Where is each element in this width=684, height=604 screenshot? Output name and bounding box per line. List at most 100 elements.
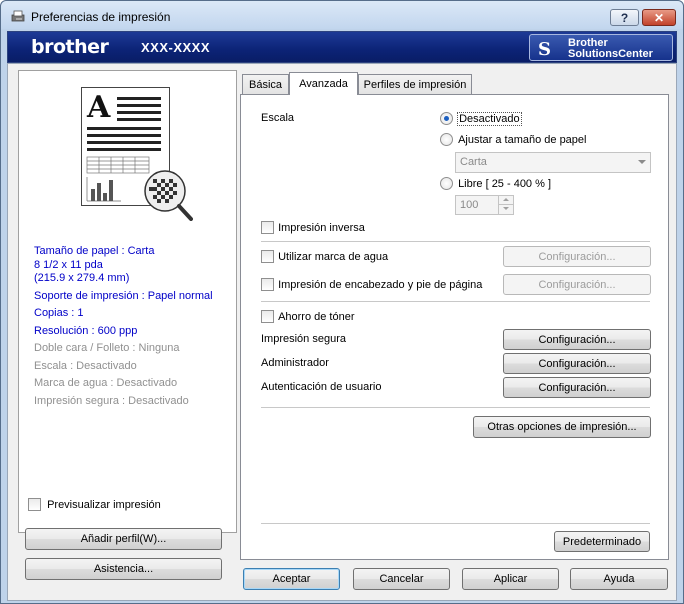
- reverse-print-row[interactable]: Impresión inversa: [261, 221, 365, 234]
- free-scale-spinner[interactable]: 100: [455, 195, 514, 215]
- scale-off-radio[interactable]: [440, 112, 453, 125]
- user-auth-config-label: Configuración...: [538, 381, 616, 394]
- page-preview-image: A: [81, 87, 193, 221]
- title-bar[interactable]: Preferencias de impresión ? ✕: [1, 1, 683, 29]
- watermark-config-label: Configuración...: [538, 250, 616, 263]
- other-print-options-label: Otras opciones de impresión...: [487, 421, 637, 433]
- secure-print-label: Impresión segura: [261, 333, 346, 345]
- summary-paper-dims-mm: (215.9 x 279.4 mm): [34, 272, 130, 284]
- separator: [261, 407, 650, 408]
- summary-scale: Escala : Desactivado: [34, 359, 137, 372]
- summary-copies: Copias : 1: [34, 307, 84, 319]
- fit-paper-radio[interactable]: [440, 133, 453, 146]
- paper-size-combo[interactable]: Carta: [455, 152, 651, 173]
- brother-logo: brother: [31, 36, 109, 58]
- spin-down-icon[interactable]: [498, 205, 513, 214]
- tab-basic-label: Básica: [248, 78, 283, 91]
- brother-solutions-center-button[interactable]: S Brother SolutionsCenter: [529, 34, 673, 61]
- header-footer-config-button[interactable]: Configuración...: [503, 274, 651, 295]
- secure-print-config-button[interactable]: Configuración...: [503, 329, 651, 350]
- summary-resolution: Resolución : 600 ppp: [34, 324, 138, 337]
- admin-label: Administrador: [261, 357, 329, 369]
- close-window-button[interactable]: ✕: [642, 9, 676, 26]
- tab-print-profiles[interactable]: Perfiles de impresión: [358, 74, 472, 94]
- solutions-line-2: SolutionsCenter: [568, 48, 653, 60]
- spin-up-icon[interactable]: [498, 196, 513, 205]
- summary-duplex: Doble cara / Folleto : Ninguna: [34, 342, 180, 354]
- toner-save-checkbox[interactable]: [261, 310, 274, 323]
- separator: [261, 241, 650, 242]
- separator: [261, 301, 650, 302]
- advanced-tab-panel: Escala Desactivado Ajustar a tamaño de p…: [240, 94, 669, 560]
- scale-off-label: Desactivado: [457, 111, 522, 126]
- settings-summary: Tamaño de papel : Carta 8 1/2 x 11 pda (…: [34, 245, 234, 408]
- preview-print-checkbox[interactable]: [28, 498, 41, 511]
- header-footer-label: Impresión de encabezado y pie de página: [278, 278, 483, 291]
- support-label: Asistencia...: [93, 563, 154, 575]
- summary-media: Soporte de impresión : Papel normal: [34, 289, 213, 302]
- brand-header: brother XXX-XXXX S Brother SolutionsCent…: [7, 31, 677, 63]
- tab-basic[interactable]: Básica: [242, 74, 289, 94]
- summary-paper-dims-in: 8 1/2 x 11 pda: [34, 258, 103, 271]
- help-label: Ayuda: [603, 573, 635, 585]
- watermark-label: Utilizar marca de agua: [278, 250, 389, 263]
- header-footer-row[interactable]: Impresión de encabezado y pie de página: [261, 278, 482, 291]
- free-scale-value: 100: [460, 199, 479, 211]
- apply-button[interactable]: Aplicar: [462, 568, 559, 590]
- window-title: Preferencias de impresión: [31, 10, 171, 24]
- free-scale-radio[interactable]: [440, 177, 453, 190]
- close-icon: ✕: [653, 10, 665, 25]
- add-profile-label: Añadir perfil(W)...: [80, 533, 167, 545]
- summary-secure-print: Impresión segura : Desactivado: [34, 394, 189, 407]
- admin-config-label: Configuración...: [538, 357, 616, 370]
- help-title-button[interactable]: ?: [610, 9, 639, 26]
- summary-paper-size: Tamaño de papel : Carta: [34, 245, 155, 257]
- watermark-checkbox[interactable]: [261, 250, 274, 263]
- tab-print-profiles-label: Perfiles de impresión: [363, 78, 467, 91]
- user-auth-config-button[interactable]: Configuración...: [503, 377, 651, 398]
- help-icon: ?: [620, 10, 629, 25]
- cancel-label: Cancelar: [379, 573, 424, 585]
- fit-paper-label: Ajustar a tamaño de papel: [458, 133, 587, 146]
- scale-off-option[interactable]: Desactivado: [440, 111, 522, 126]
- user-auth-label: Autenticación de usuario: [261, 381, 382, 393]
- solutions-center-icon: S: [538, 39, 551, 60]
- printer-model: XXX-XXXX: [141, 40, 211, 55]
- admin-config-button[interactable]: Configuración...: [503, 353, 651, 374]
- free-scale-option[interactable]: Libre [ 25 - 400 % ]: [440, 177, 551, 190]
- settings-summary-pane: A Tamaño de papel: Carta 8 1/2 x 11 pda…: [18, 70, 237, 533]
- apply-label: Aplicar: [493, 573, 528, 585]
- fit-paper-option[interactable]: Ajustar a tamaño de papel: [440, 133, 586, 146]
- ok-label: Aceptar: [272, 573, 311, 585]
- printer-icon: [11, 10, 25, 22]
- summary-watermark: Marca de agua : Desactivado: [34, 377, 178, 389]
- cancel-button[interactable]: Cancelar: [353, 568, 450, 590]
- paper-size-combo-value: Carta: [460, 156, 487, 168]
- default-button[interactable]: Predeterminado: [554, 531, 650, 552]
- support-button[interactable]: Asistencia...: [25, 558, 222, 580]
- watermark-row[interactable]: Utilizar marca de agua: [261, 250, 388, 263]
- secure-print-config-label: Configuración...: [538, 333, 616, 346]
- free-scale-label: Libre [ 25 - 400 % ]: [458, 177, 552, 190]
- print-preferences-window: Preferencias de impresión ? ✕ brother XX…: [0, 0, 684, 604]
- header-footer-checkbox[interactable]: [261, 278, 274, 291]
- other-print-options-button[interactable]: Otras opciones de impresión...: [473, 416, 651, 438]
- tab-advanced[interactable]: Avanzada: [289, 72, 358, 95]
- help-button[interactable]: Ayuda: [570, 568, 668, 590]
- separator: [261, 523, 650, 524]
- ok-button[interactable]: Aceptar: [243, 568, 340, 590]
- header-footer-config-label: Configuración...: [538, 278, 616, 291]
- watermark-config-button[interactable]: Configuración...: [503, 246, 651, 267]
- tab-advanced-label: Avanzada: [299, 78, 348, 90]
- add-profile-button[interactable]: Añadir perfil(W)...: [25, 528, 222, 550]
- preview-print-checkbox-row[interactable]: Previsualizar impresión: [28, 498, 161, 511]
- reverse-print-label: Impresión inversa: [278, 221, 365, 234]
- reverse-print-checkbox[interactable]: [261, 221, 274, 234]
- default-label: Predeterminado: [562, 535, 642, 548]
- toner-save-row[interactable]: Ahorro de tóner: [261, 310, 355, 323]
- svg-text:A: A: [86, 90, 111, 125]
- dialog-body: A Tamaño de papel: Carta 8 1/2 x 11 pda…: [7, 63, 677, 601]
- toner-save-label: Ahorro de tóner: [278, 310, 355, 323]
- scale-label: Escala: [261, 112, 295, 124]
- chevron-down-icon: [638, 160, 646, 164]
